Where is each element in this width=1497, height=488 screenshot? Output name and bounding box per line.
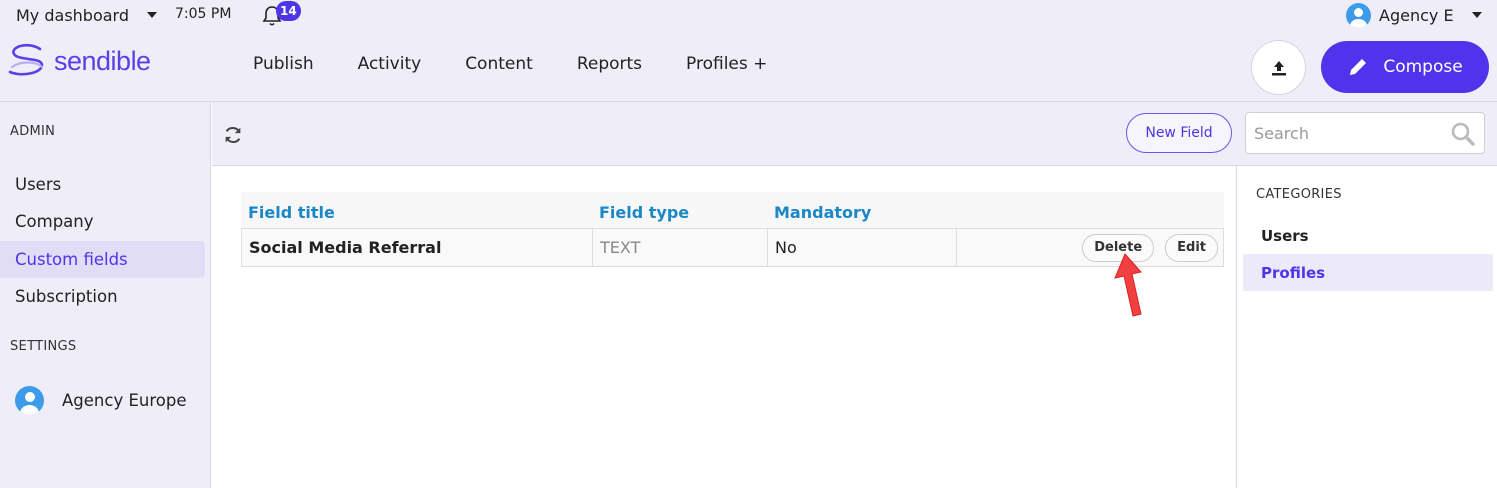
search-box [1245, 112, 1485, 154]
dashboard-dropdown[interactable]: My dashboard [16, 4, 157, 26]
sidebar-item-company[interactable]: Company [0, 203, 205, 240]
pencil-icon [1350, 59, 1367, 75]
search-icon[interactable] [1450, 121, 1476, 147]
category-item-profiles[interactable]: Profiles [1243, 254, 1493, 291]
field-type-cell: TEXT [593, 229, 768, 266]
categories-panel: CATEGORIES Users Profiles [1236, 166, 1497, 488]
top-header: My dashboard 7:05 PM 14 Agency E sendibl… [0, 0, 1497, 102]
categories-label: CATEGORIES [1256, 187, 1342, 202]
avatar [1346, 2, 1371, 28]
column-header-mandatory[interactable]: Mandatory [767, 203, 956, 228]
upload-button[interactable] [1251, 40, 1306, 95]
nav-activity[interactable]: Activity [358, 54, 422, 74]
compose-button[interactable]: Compose [1321, 41, 1489, 93]
brand-name: sendible [54, 45, 151, 76]
table-header: Field title Field type Mandatory [241, 192, 1224, 228]
dashboard-label: My dashboard [16, 5, 129, 25]
category-item-users[interactable]: Users [1243, 217, 1493, 254]
nav-publish[interactable]: Publish [253, 54, 314, 74]
notification-badge: 14 [276, 1, 301, 21]
new-field-button[interactable]: New Field [1126, 113, 1232, 153]
nav-profiles[interactable]: Profiles + [686, 54, 767, 74]
account-menu[interactable]: Agency E [1346, 2, 1482, 28]
clock-time: 7:05 PM [175, 6, 232, 22]
compose-label: Compose [1383, 57, 1463, 77]
sendible-logo[interactable]: sendible [6, 43, 151, 79]
field-title-cell: Social Media Referral [242, 229, 593, 266]
search-input[interactable] [1254, 123, 1444, 143]
table-row: Social Media Referral TEXT No Delete Edi… [241, 228, 1224, 267]
actions-cell: Delete Edit [957, 229, 1223, 266]
logo-swirl-icon [8, 43, 44, 76]
chevron-down-icon [147, 12, 157, 18]
upload-icon [1271, 60, 1286, 75]
main-nav: Publish Activity Content Reports Profile… [253, 54, 767, 74]
account-label: Agency E [1379, 5, 1454, 25]
edit-button[interactable]: Edit [1165, 233, 1218, 262]
column-header-type[interactable]: Field type [592, 203, 767, 228]
agency-name: Agency Europe [62, 391, 187, 410]
chevron-down-icon [1471, 12, 1482, 18]
mandatory-cell: No [768, 229, 957, 266]
sidebar-item-subscription[interactable]: Subscription [0, 278, 205, 315]
admin-section-label: ADMIN [10, 124, 56, 139]
sidebar-item-agency[interactable]: Agency Europe [15, 386, 186, 415]
refresh-icon[interactable] [222, 124, 244, 146]
annotation-arrow-icon [1114, 253, 1142, 317]
column-header-title[interactable]: Field title [241, 203, 592, 228]
content-toolbar: New Field [212, 102, 1497, 166]
settings-section-label: SETTINGS [10, 339, 77, 354]
nav-content[interactable]: Content [465, 54, 533, 74]
sidebar-item-custom-fields[interactable]: Custom fields [0, 241, 205, 278]
nav-reports[interactable]: Reports [577, 54, 642, 74]
custom-fields-table: Field title Field type Mandatory Social … [241, 192, 1224, 267]
admin-sidebar: ADMIN Users Company Custom fields Subscr… [0, 102, 211, 488]
sidebar-item-users[interactable]: Users [0, 166, 205, 203]
avatar [15, 386, 44, 415]
